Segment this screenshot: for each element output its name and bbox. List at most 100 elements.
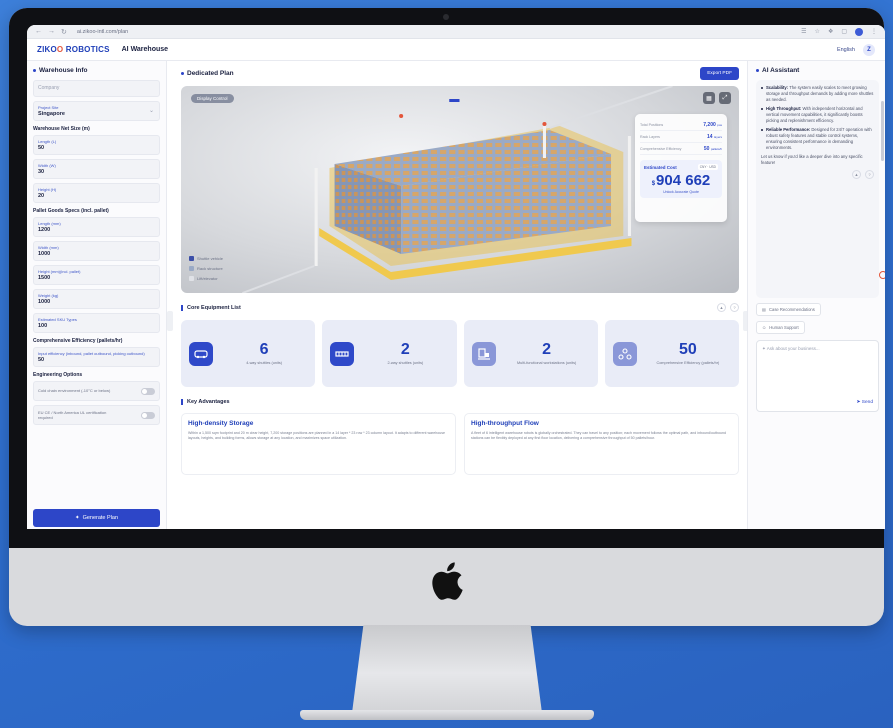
user-avatar[interactable]: Z <box>863 43 875 56</box>
feedback-icon[interactable] <box>879 271 885 279</box>
advantages-section-head: Key Advantages <box>181 399 739 405</box>
extensions-icon[interactable]: ❖ <box>828 28 833 35</box>
warehouse-info-panel: Warehouse Info Company Project Site Sing… <box>27 61 167 529</box>
person-icon: ☺ <box>762 325 767 330</box>
currency-switch[interactable]: CNY · USD <box>697 164 718 170</box>
legend-item[interactable]: Shuttle vehicle <box>189 256 223 261</box>
advantages-list: High-density Storage Within a 1,500 sqm … <box>181 413 739 475</box>
equipment-card: 2 Multi-functional workstations (units) <box>463 320 598 387</box>
send-icon: ➤ <box>856 400 861 405</box>
profile-icon[interactable] <box>855 27 863 36</box>
bullet-dot <box>761 129 763 131</box>
stat-row: Total Positions 7,200 pos <box>640 119 722 131</box>
export-pdf-button[interactable]: Export PDF <box>700 67 739 80</box>
shuttle-icon <box>189 341 213 366</box>
language-selector[interactable]: English <box>837 47 855 53</box>
company-field[interactable]: Company <box>33 80 160 97</box>
efficiency-title: Comprehensive Efficiency (pallets/hr) <box>33 338 123 344</box>
advantage-card: High-throughput Flow A fleet of 6 intell… <box>464 413 739 475</box>
camera-dot <box>443 14 449 20</box>
display-control-toggle[interactable]: Display Control <box>191 94 234 103</box>
panel-title: Warehouse Info <box>33 67 160 74</box>
unlock-quote-link[interactable]: Unlock Accurate Quote <box>644 190 718 194</box>
net-size-title: Warehouse Net Size (m) <box>33 126 90 132</box>
monitor-stand <box>352 625 542 713</box>
width-field[interactable]: Width (W) 30 <box>33 159 160 179</box>
fullscreen-icon[interactable]: ⤢ <box>719 92 731 104</box>
ai-assistant-panel: AI Assistant Scalability: The system eas… <box>747 61 885 529</box>
shuttle-swatch <box>189 256 194 261</box>
sku-types-field[interactable]: Estimated SKU Types 100 <box>33 313 160 333</box>
rack-swatch <box>189 266 194 271</box>
chat-scrollbar[interactable] <box>881 101 884 161</box>
menu-icon[interactable]: ⋮ <box>871 28 877 35</box>
equipment-actions: ▲ ? <box>717 303 739 312</box>
pallet-height-field[interactable]: Height (mm)(incl. pallet) 1500 <box>33 265 160 285</box>
legend-item[interactable]: Lift/elevator <box>189 276 223 281</box>
stat-row: Rack Layers 14 layers <box>640 131 722 143</box>
app-body: Warehouse Info Company Project Site Sing… <box>27 61 885 529</box>
reload-icon[interactable]: ↻ <box>61 28 67 36</box>
viewer-legend: Shuttle vehicle Rack structure Lift/elev… <box>189 256 223 281</box>
pallet-length-field[interactable]: Length (mm) 1200 <box>33 217 160 237</box>
address-bar[interactable]: ai.zikoo-intl.com/plan <box>77 29 128 35</box>
3d-viewer[interactable]: Display Control ▦ ⤢ Shuttle vehicle Rack… <box>181 86 739 293</box>
pallet-weight-field[interactable]: Weight (kg) 1000 <box>33 289 160 309</box>
bullet-icon <box>33 69 36 72</box>
translate-icon[interactable]: ☰ <box>801 28 806 35</box>
equipment-list: 6 4-way shuttles (units) 2 2-way shuttles … <box>181 320 739 387</box>
stat-row: Comprehensive Efficiency 50 pallets/h <box>640 143 722 155</box>
app-header: ZIKOO ROBOTICS AI Warehouse English Z <box>27 39 885 61</box>
viewer-controls: ▦ ⤢ <box>703 92 731 104</box>
document-icon: ▤ <box>762 307 766 312</box>
apple-logo-icon <box>432 562 463 600</box>
advantages-title: Key Advantages <box>181 399 230 405</box>
cold-chain-option: Cold chain environment (-10°C or below) <box>33 381 160 401</box>
efficiency-icon <box>612 341 637 366</box>
forward-icon[interactable]: → <box>48 28 55 35</box>
legend-item[interactable]: Rack structure <box>189 266 223 271</box>
cold-chain-toggle[interactable] <box>141 387 155 395</box>
message-actions: ▲ ? <box>761 170 874 179</box>
pallet-width-field[interactable]: Width (mm) 1000 <box>33 241 160 261</box>
estimated-cost-box: Estimated Cost CNY · USD $904 662 Unlock … <box>640 160 722 198</box>
cost-value: $904 662 <box>651 172 711 189</box>
chat-bullet: Scalability: The system easily scales to… <box>761 85 874 103</box>
plan-area: Dedicated Plan Export PDF Display Contro… <box>167 61 747 529</box>
certification-toggle[interactable] <box>141 411 155 419</box>
thumbs-up-icon[interactable]: ▲ <box>717 303 726 312</box>
chat-bullet: Reliable Performance: Designed for 24/7 … <box>761 127 874 151</box>
pallet-specs-title: Pallet Goods Specs (incl. pallet) <box>33 208 109 214</box>
equipment-card: 2 2-way shuttles (units) <box>322 320 457 387</box>
human-support-button[interactable]: ☺ Human Support <box>756 321 805 334</box>
equipment-section-head: Core Equipment List ▲ ? <box>181 303 739 312</box>
case-recommendations-button[interactable]: ▤ Case Recommendations <box>756 303 821 316</box>
sparkle-icon: ✦ <box>74 515 80 521</box>
plan-summary-card: Total Positions 7,200 pos Rack Layers 14 l… <box>635 114 727 222</box>
efficiency-field[interactable]: Input efficiency (inbound, pallet outbou… <box>33 347 160 367</box>
info-icon[interactable]: ? <box>730 303 739 312</box>
chat-history[interactable]: Scalability: The system easily scales to… <box>756 80 879 298</box>
brand-logo[interactable]: ZIKOO ROBOTICS <box>37 45 110 54</box>
ask-input[interactable]: ✦ Ask about your business... ➤ Send <box>756 340 879 412</box>
like-icon[interactable]: ▲ <box>852 170 861 179</box>
advantage-card: High-density Storage Within a 1,500 sqm … <box>181 413 456 475</box>
plan-title: Dedicated Plan <box>181 70 234 77</box>
layers-icon[interactable]: ▦ <box>703 92 715 104</box>
lift-swatch <box>189 276 194 281</box>
project-site-select[interactable]: Project Site Singapore <box>33 101 160 121</box>
length-field[interactable]: Length (L) 50 <box>33 135 160 155</box>
window-icon[interactable]: ▢ <box>841 28 847 35</box>
header-actions: English Z <box>837 43 875 56</box>
engineering-options-title: Engineering Options <box>33 372 83 378</box>
chat-bullet: High Throughput: With independent horizo… <box>761 106 874 124</box>
bookmark-icon[interactable]: ☆ <box>815 28 820 35</box>
equipment-card: 50 Comprehensive Efficiency (pallets/hr) <box>604 320 739 387</box>
help-icon[interactable]: ? <box>865 170 874 179</box>
back-icon[interactable]: ← <box>35 28 42 35</box>
monitor-stand-base <box>300 710 594 720</box>
generate-plan-button[interactable]: ✦ Generate Plan <box>33 509 160 527</box>
height-field[interactable]: Height (H) 20 <box>33 183 160 203</box>
send-button[interactable]: ➤ Send <box>856 400 873 405</box>
equipment-card: 6 4-way shuttles (units) <box>181 320 316 387</box>
